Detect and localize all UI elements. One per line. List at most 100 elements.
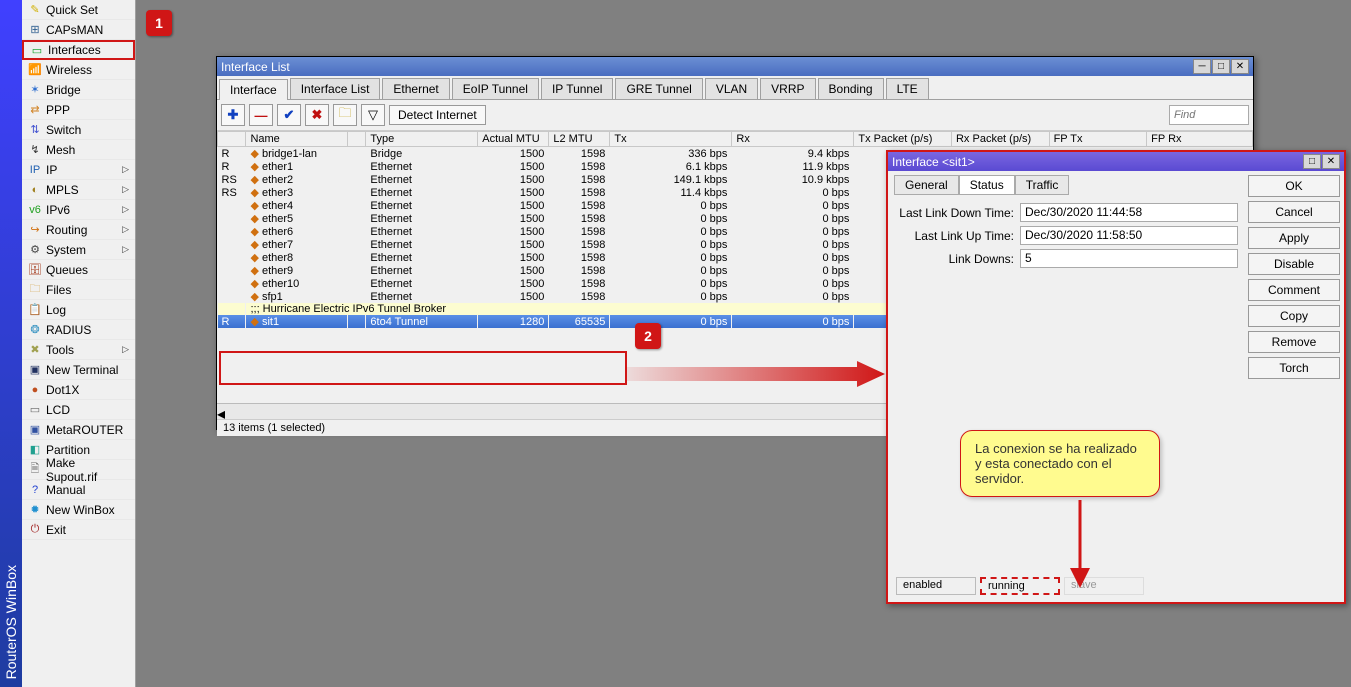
window-titlebar[interactable]: Interface List ─ □ ✕ (217, 57, 1253, 76)
filter-button[interactable]: ▽ (361, 104, 385, 126)
sidebar-item-label: Interfaces (48, 43, 101, 57)
menu-icon: 📶 (28, 63, 42, 77)
sidebar-item-ipv6[interactable]: v6IPv6▷ (22, 200, 135, 220)
sidebar-item-lcd[interactable]: ▭LCD (22, 400, 135, 420)
column-header[interactable]: Tx Packet (p/s) (854, 132, 952, 147)
sidebar-item-label: Make Supout.rif (46, 456, 129, 484)
find-input[interactable] (1169, 105, 1249, 125)
sidebar-item-files[interactable]: 🗀Files (22, 280, 135, 300)
sidebar-item-quick-set[interactable]: ✎Quick Set (22, 0, 135, 20)
menu-icon: ▭ (28, 403, 42, 417)
sidebar-item-routing[interactable]: ↪Routing▷ (22, 220, 135, 240)
sidebar-item-queues[interactable]: 🗄Queues (22, 260, 135, 280)
sidebar-item-interfaces[interactable]: ▭Interfaces (22, 40, 135, 60)
sidebar-item-mesh[interactable]: ↯Mesh (22, 140, 135, 160)
window-titlebar[interactable]: Interface <sit1> □ ✕ (888, 152, 1344, 171)
enable-button[interactable]: ✔ (277, 104, 301, 126)
tab-interface-list[interactable]: Interface List (290, 78, 381, 99)
sidebar-item-tools[interactable]: ✖Tools▷ (22, 340, 135, 360)
sidebar-item-label: Manual (46, 483, 85, 497)
maximize-button[interactable]: □ (1212, 59, 1230, 74)
column-header[interactable]: Rx (732, 132, 854, 147)
tab-interface[interactable]: Interface (219, 79, 288, 100)
field-value[interactable]: 5 (1020, 249, 1238, 268)
sidebar-item-label: Switch (46, 123, 81, 137)
tab-gre-tunnel[interactable]: GRE Tunnel (615, 78, 702, 99)
close-button[interactable]: ✕ (1322, 154, 1340, 169)
sidebar-item-dot1x[interactable]: ●Dot1X (22, 380, 135, 400)
sidebar-item-label: IPv6 (46, 203, 70, 217)
field-label: Last Link Down Time: (894, 206, 1014, 220)
sidebar-item-new-terminal[interactable]: ▣New Terminal (22, 360, 135, 380)
remove-button[interactable]: Remove (1248, 331, 1340, 353)
field-value[interactable]: Dec/30/2020 11:44:58 (1020, 203, 1238, 222)
sidebar-item-capsman[interactable]: ⊞CAPsMAN (22, 20, 135, 40)
copy-button[interactable]: Copy (1248, 305, 1340, 327)
column-header[interactable]: Actual MTU (478, 132, 549, 147)
menu-icon: ? (28, 483, 42, 497)
sidebar-item-ppp[interactable]: ⇄PPP (22, 100, 135, 120)
sidebar: ✎Quick Set⊞CAPsMAN▭Interfaces📶Wireless✶B… (22, 0, 136, 687)
sidebar-item-label: Exit (46, 523, 66, 537)
field-value[interactable]: Dec/30/2020 11:58:50 (1020, 226, 1238, 245)
sidebar-item-label: MPLS (46, 183, 79, 197)
disable-button[interactable]: Disable (1248, 253, 1340, 275)
tab-lte[interactable]: LTE (886, 78, 929, 99)
menu-icon: 🗎 (28, 463, 42, 477)
ok-button[interactable]: OK (1248, 175, 1340, 197)
torch-button[interactable]: Torch (1248, 357, 1340, 379)
detect-internet-button[interactable]: Detect Internet (389, 105, 486, 125)
column-header[interactable]: FP Rx (1147, 132, 1253, 147)
tab-strip: InterfaceInterface ListEthernetEoIP Tunn… (217, 76, 1253, 100)
apply-button[interactable]: Apply (1248, 227, 1340, 249)
tab-vrrp[interactable]: VRRP (760, 78, 815, 99)
sidebar-item-wireless[interactable]: 📶Wireless (22, 60, 135, 80)
tab-vlan[interactable]: VLAN (705, 78, 758, 99)
prop-tab-traffic[interactable]: Traffic (1015, 175, 1070, 195)
minimize-button[interactable]: ─ (1193, 59, 1211, 74)
close-button[interactable]: ✕ (1231, 59, 1249, 74)
sidebar-item-radius[interactable]: ❂RADIUS (22, 320, 135, 340)
tab-ethernet[interactable]: Ethernet (382, 78, 449, 99)
menu-icon: ◐ (28, 183, 42, 197)
sidebar-item-label: CAPsMAN (46, 23, 103, 37)
window-title: Interface List (221, 60, 290, 74)
sidebar-item-make-supout.rif[interactable]: 🗎Make Supout.rif (22, 460, 135, 480)
sidebar-item-switch[interactable]: ⇅Switch (22, 120, 135, 140)
menu-icon: ◧ (28, 443, 42, 457)
toolbar: ✚ — ✔ ✖ 🗀 ▽ Detect Internet (217, 100, 1253, 131)
sidebar-item-log[interactable]: 📋Log (22, 300, 135, 320)
sidebar-item-exit[interactable]: ⏻Exit (22, 520, 135, 540)
sidebar-item-new-winbox[interactable]: ✹New WinBox (22, 500, 135, 520)
submenu-arrow-icon: ▷ (122, 344, 129, 355)
tab-bonding[interactable]: Bonding (818, 78, 884, 99)
column-header[interactable]: Tx (610, 132, 732, 147)
comment-button[interactable]: 🗀 (333, 104, 357, 126)
tab-ip-tunnel[interactable]: IP Tunnel (541, 78, 613, 99)
column-header[interactable]: L2 MTU (549, 132, 610, 147)
prop-tab-status[interactable]: Status (959, 175, 1015, 195)
tab-eoip-tunnel[interactable]: EoIP Tunnel (452, 78, 539, 99)
comment-button[interactable]: Comment (1248, 279, 1340, 301)
column-header[interactable] (218, 132, 246, 147)
column-header[interactable]: Rx Packet (p/s) (951, 132, 1049, 147)
menu-icon: v6 (28, 203, 42, 217)
menu-icon: ❂ (28, 323, 42, 337)
sidebar-item-mpls[interactable]: ◐MPLS▷ (22, 180, 135, 200)
field-last-link-down: Last Link Down Time: Dec/30/2020 11:44:5… (894, 203, 1238, 222)
sidebar-item-metarouter[interactable]: ▣MetaROUTER (22, 420, 135, 440)
window-title: Interface <sit1> (892, 155, 975, 169)
sidebar-item-system[interactable]: ⚙System▷ (22, 240, 135, 260)
sidebar-item-ip[interactable]: IPIP▷ (22, 160, 135, 180)
column-header[interactable] (348, 132, 366, 147)
column-header[interactable]: FP Tx (1049, 132, 1147, 147)
disable-button[interactable]: ✖ (305, 104, 329, 126)
sidebar-item-bridge[interactable]: ✶Bridge (22, 80, 135, 100)
cancel-button[interactable]: Cancel (1248, 201, 1340, 223)
remove-button[interactable]: — (249, 104, 273, 126)
column-header[interactable]: Name (246, 132, 348, 147)
maximize-button[interactable]: □ (1303, 154, 1321, 169)
add-button[interactable]: ✚ (221, 104, 245, 126)
column-header[interactable]: Type (366, 132, 478, 147)
prop-tab-general[interactable]: General (894, 175, 959, 195)
